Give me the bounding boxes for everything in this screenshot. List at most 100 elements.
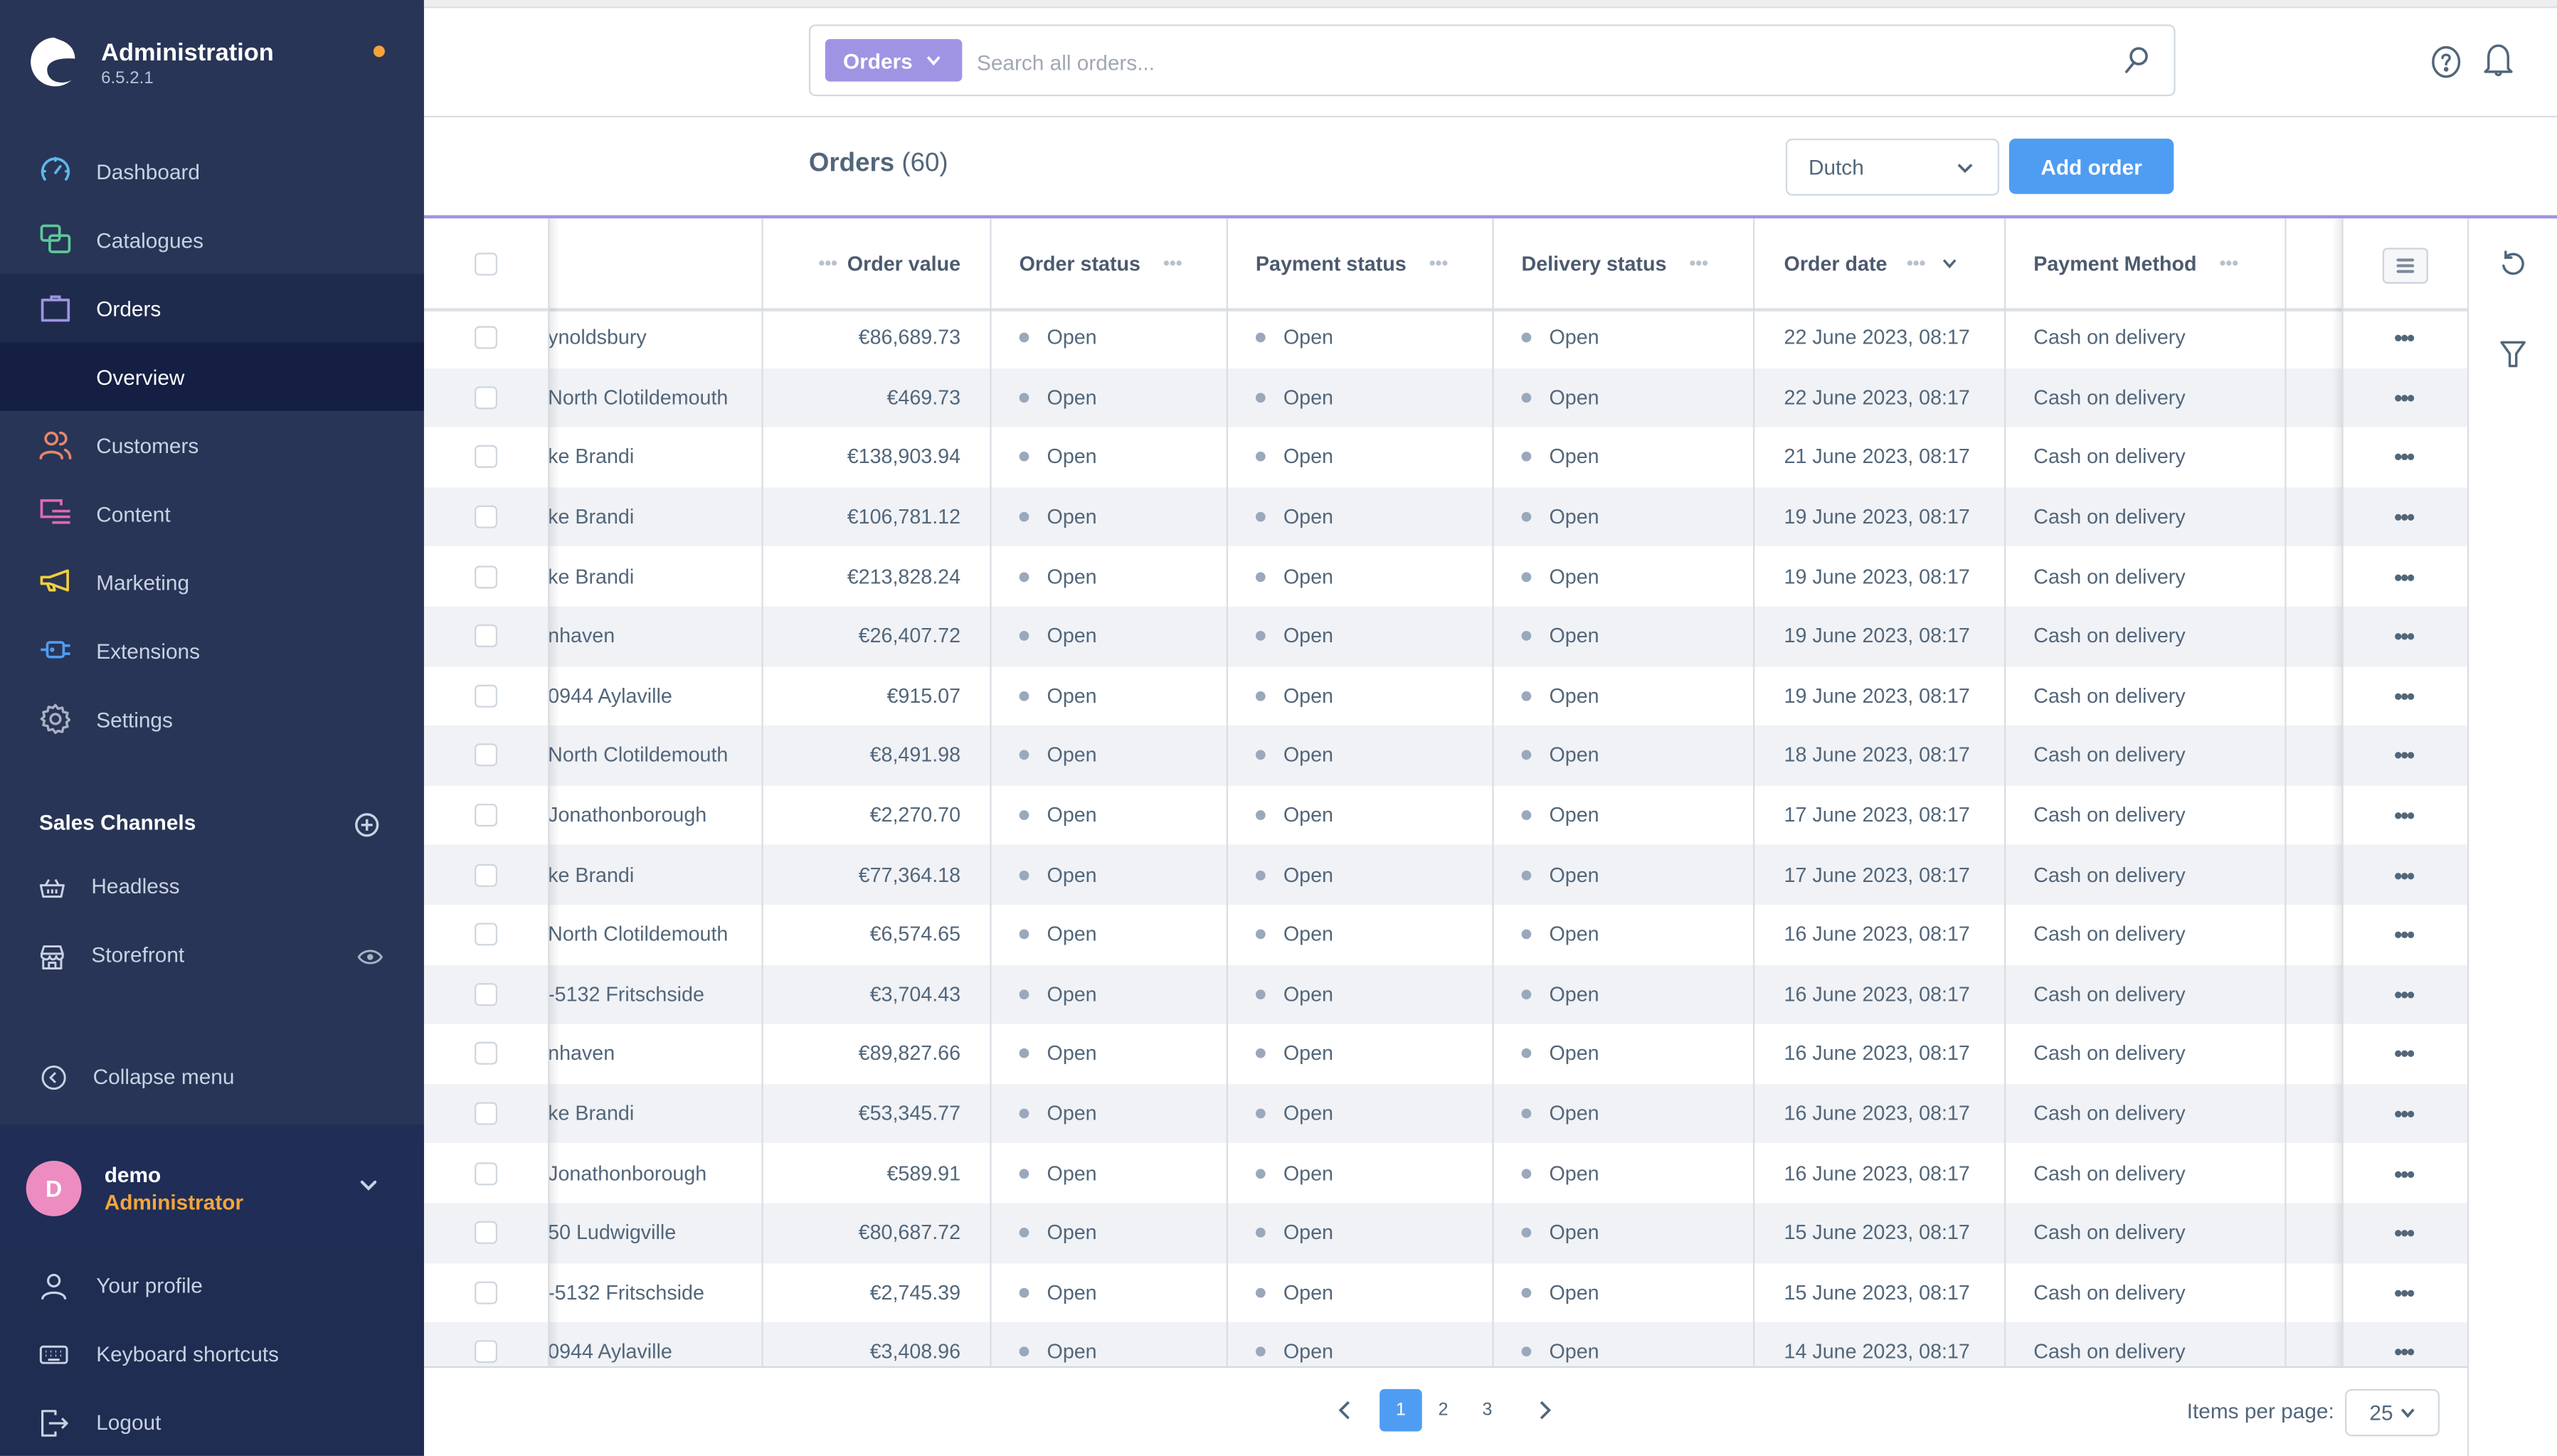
more-actions-icon[interactable]: ••• — [2394, 504, 2415, 530]
row-checkbox[interactable] — [475, 1221, 498, 1245]
row-checkbox[interactable] — [475, 1341, 498, 1364]
more-actions-icon[interactable]: ••• — [2394, 325, 2415, 351]
add-order-button[interactable]: Add order — [2008, 138, 2174, 194]
sales-channel-headless[interactable]: Headless — [0, 854, 424, 923]
language-select[interactable]: Dutch — [1785, 138, 2000, 196]
items-per-page-select[interactable]: 25 — [2345, 1388, 2440, 1437]
more-actions-icon[interactable]: ••• — [2394, 1041, 2415, 1067]
more-actions-icon[interactable]: ••• — [2394, 1160, 2415, 1186]
table-row[interactable]: ke Brandi €213,828.24 Open Open Open 19 June … — [424, 547, 2467, 607]
table-row[interactable]: ke Brandi €138,903.94 Open Open Open 21 June … — [424, 427, 2467, 487]
more-actions-icon[interactable]: ••• — [2394, 1220, 2415, 1246]
table-row[interactable]: -5132 Fritschside €2,745.39 Open Open Open 15… — [424, 1263, 2467, 1322]
column-header-order-date[interactable]: Order date ••• — [1784, 218, 2029, 308]
row-checkbox[interactable] — [475, 923, 498, 947]
search-input[interactable] — [973, 41, 2090, 83]
row-checkbox[interactable] — [475, 1281, 498, 1304]
column-options-icon[interactable]: ••• — [1689, 253, 1708, 273]
column-header-payment-method[interactable]: Payment Method ••• — [2033, 218, 2278, 308]
row-checkbox[interactable] — [475, 445, 498, 469]
column-header-order-value[interactable]: ••• Order value — [763, 218, 990, 308]
row-checkbox[interactable] — [475, 625, 498, 648]
sales-channel-storefront[interactable]: Storefront — [0, 923, 424, 991]
table-row[interactable]: North Clotildemouth €469.73 Open Open Open 22… — [423, 368, 2467, 427]
row-checkbox[interactable] — [475, 1162, 498, 1185]
row-checkbox[interactable] — [475, 744, 498, 767]
row-checkbox[interactable] — [475, 326, 498, 350]
more-actions-icon[interactable]: ••• — [2394, 445, 2415, 471]
row-checkbox[interactable] — [475, 565, 498, 588]
row-checkbox[interactable] — [475, 863, 498, 887]
sidebar-item-settings[interactable]: Settings — [0, 685, 424, 753]
table-row[interactable]: North Clotildemouth €8,491.98 Open Open Open… — [423, 726, 2467, 786]
pagination-page-1[interactable]: 1 — [1380, 1388, 1422, 1432]
eye-icon[interactable] — [357, 945, 383, 968]
more-actions-icon[interactable]: ••• — [2394, 862, 2415, 888]
select-all-checkbox[interactable] — [475, 252, 498, 275]
more-actions-icon[interactable]: ••• — [2394, 802, 2415, 829]
row-checkbox[interactable] — [475, 804, 498, 827]
table-row[interactable]: nhaven €26,407.72 Open Open Open 19 June 2023… — [423, 606, 2467, 666]
sort-descending-icon[interactable] — [1942, 257, 1957, 269]
column-options-icon[interactable]: ••• — [1163, 253, 1182, 273]
filter-icon[interactable] — [2500, 339, 2526, 368]
pagination-page-2[interactable]: 2 — [1422, 1389, 1465, 1432]
more-actions-icon[interactable]: ••• — [2394, 743, 2415, 769]
more-actions-icon[interactable]: ••• — [2394, 982, 2415, 1008]
reset-icon[interactable] — [2498, 250, 2527, 279]
more-actions-icon[interactable]: ••• — [2394, 563, 2415, 590]
pagination-next-icon[interactable] — [1535, 1399, 1555, 1422]
user-account[interactable]: D demo Administrator — [0, 1125, 424, 1253]
table-row[interactable]: ynoldsbury €86,689.73 Open Open Open 22 June … — [424, 308, 2467, 368]
user-menu-keyboard-shortcuts[interactable]: Keyboard shortcuts — [0, 1321, 424, 1389]
search-icon[interactable] — [2123, 46, 2149, 75]
sidebar-item-dashboard[interactable]: Dashboard — [0, 137, 424, 206]
table-row[interactable]: ke Brandi €53,345.77 Open Open Open 16 June 2… — [423, 1083, 2467, 1144]
more-actions-icon[interactable]: ••• — [2394, 1100, 2415, 1127]
pagination-page-3[interactable]: 3 — [1466, 1389, 1509, 1432]
collapse-menu-button[interactable]: Collapse menu — [0, 1043, 424, 1112]
more-actions-icon[interactable]: ••• — [2394, 1339, 2415, 1366]
table-row[interactable]: ke Brandi €77,364.18 Open Open Open 17 June 2… — [423, 845, 2467, 905]
add-sales-channel-icon[interactable] — [354, 812, 380, 838]
more-actions-icon[interactable]: ••• — [2394, 385, 2415, 411]
column-header-payment-status[interactable]: Payment status ••• — [1256, 218, 1500, 308]
more-actions-icon[interactable]: ••• — [2394, 683, 2415, 709]
column-options-icon[interactable]: ••• — [1907, 253, 1926, 273]
row-checkbox[interactable] — [475, 684, 498, 708]
column-options-icon[interactable]: ••• — [819, 253, 838, 273]
row-checkbox[interactable] — [475, 1102, 498, 1125]
table-row[interactable]: North Clotildemouth €6,574.65 Open Open Open… — [424, 905, 2467, 965]
table-row[interactable]: ke Brandi €106,781.12 Open Open Open 19 June … — [423, 487, 2467, 547]
column-settings-button[interactable] — [2382, 248, 2428, 284]
row-checkbox[interactable] — [475, 1042, 498, 1066]
help-icon[interactable] — [2430, 44, 2462, 80]
column-options-icon[interactable]: ••• — [1429, 253, 1449, 273]
table-row[interactable]: 0944 Aylaville €3,408.96 Open Open Open 14 Ju… — [423, 1322, 2467, 1366]
user-menu-your-profile[interactable]: Your profile — [0, 1252, 424, 1320]
search-type-selector[interactable]: Orders — [825, 39, 963, 82]
more-actions-icon[interactable]: ••• — [2394, 1280, 2415, 1306]
table-row[interactable]: 0944 Aylaville €915.07 Open Open Open 19 June… — [424, 666, 2467, 726]
sidebar-item-marketing[interactable]: Marketing — [0, 548, 424, 616]
column-header-delivery-status[interactable]: Delivery status ••• — [1522, 218, 1767, 308]
sidebar-item-orders[interactable]: Orders — [0, 274, 424, 343]
user-menu-logout[interactable]: Logout — [0, 1389, 424, 1456]
table-row[interactable]: Jonathonborough €2,270.70 Open Open Open 17 J… — [424, 785, 2467, 845]
more-actions-icon[interactable]: ••• — [2394, 922, 2415, 948]
pagination-prev-icon[interactable] — [1335, 1399, 1355, 1422]
sidebar-subitem-overview[interactable]: Overview — [0, 342, 424, 411]
column-header-order-status[interactable]: Order status ••• — [1020, 218, 1248, 308]
bell-icon[interactable] — [2482, 43, 2515, 78]
more-actions-icon[interactable]: ••• — [2394, 623, 2415, 649]
table-row[interactable]: nhaven €89,827.66 Open Open Open 16 June 2023… — [424, 1024, 2467, 1084]
column-options-icon[interactable]: ••• — [2220, 253, 2239, 273]
table-row[interactable]: Jonathonborough €589.91 Open Open Open 16 Jun… — [424, 1144, 2467, 1203]
row-checkbox[interactable] — [475, 505, 498, 528]
table-row[interactable]: 50 Ludwigville €80,687.72 Open Open Open 15 J… — [423, 1203, 2467, 1263]
table-row[interactable]: -5132 Fritschside €3,704.43 Open Open Open 16… — [423, 964, 2467, 1024]
sidebar-item-catalogues[interactable]: Catalogues — [0, 206, 424, 274]
sidebar-item-content[interactable]: Content — [0, 479, 424, 548]
sidebar-item-extensions[interactable]: Extensions — [0, 616, 424, 684]
row-checkbox[interactable] — [475, 386, 498, 410]
